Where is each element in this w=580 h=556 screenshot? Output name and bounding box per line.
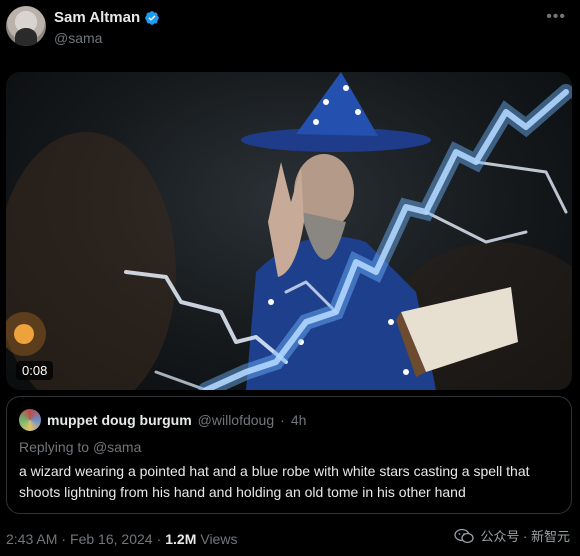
separator-dot: ·	[61, 531, 67, 547]
replying-to-line: Replying to @sama	[19, 439, 141, 455]
quoted-author-row: muppet doug burgum @willofdoug · 4h	[19, 409, 306, 431]
author-display-name[interactable]: Sam Altman	[54, 9, 140, 26]
watermark-text: 公众号 · 新智元	[480, 529, 570, 544]
tweet-meta: 2:43 AM · Feb 16, 2024 · 1.2M Views	[6, 531, 237, 547]
quoted-timestamp[interactable]: 4h	[291, 412, 307, 428]
author-avatar[interactable]	[6, 6, 46, 46]
quoted-tweet-text: a wizard wearing a pointed hat and a blu…	[19, 463, 530, 500]
separator-dot: ·	[156, 531, 162, 547]
more-options-icon[interactable]: •••	[546, 8, 566, 26]
views-count: 1.2M	[165, 531, 197, 547]
quoted-author-handle[interactable]: @willofdoug	[198, 412, 274, 428]
quoted-author-display-name[interactable]: muppet doug burgum	[47, 412, 192, 428]
video-duration-badge: 0:08	[16, 361, 54, 380]
video-frame	[6, 72, 572, 390]
tweet-date[interactable]: Feb 16, 2024	[70, 531, 153, 547]
verified-badge-icon	[145, 10, 159, 25]
tweet-header: Sam Altman @sama •••	[6, 6, 574, 50]
replying-to-prefix: Replying to	[19, 439, 90, 455]
quoted-tweet[interactable]: muppet doug burgum @willofdoug · 4h Repl…	[6, 396, 572, 514]
author-handle[interactable]: @sama	[54, 30, 102, 46]
separator-dot: ·	[280, 412, 285, 428]
views-label: Views	[200, 531, 238, 547]
quoted-author-avatar[interactable]	[19, 409, 41, 431]
author-name-row: Sam Altman	[54, 9, 160, 26]
tweet-time[interactable]: 2:43 AM	[6, 531, 57, 547]
video-player[interactable]: 0:08	[6, 72, 572, 390]
watermark: 公众号 · 新智元	[454, 526, 570, 545]
replying-to-handle[interactable]: @sama	[93, 439, 141, 455]
wechat-icon	[454, 528, 475, 543]
